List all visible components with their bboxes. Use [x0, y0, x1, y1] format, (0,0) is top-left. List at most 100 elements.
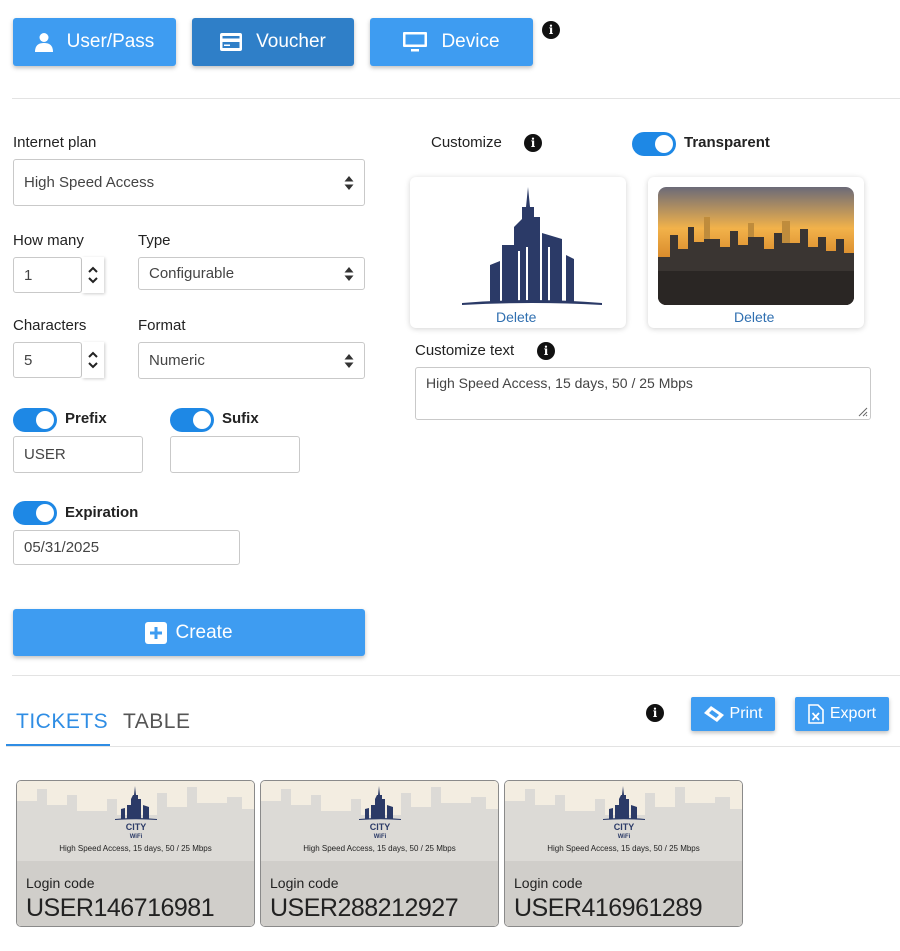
how-many-label: How many	[13, 232, 84, 249]
city-wifi-logo-icon: CITY WiFi	[359, 786, 401, 839]
city-wifi-logo-icon: CITY WiFi	[603, 786, 645, 839]
section-divider	[12, 675, 900, 676]
user-pass-button[interactable]: User/Pass	[13, 18, 176, 66]
monitor-icon	[403, 32, 428, 52]
chevron-up-icon	[88, 351, 98, 358]
characters-value: 5	[24, 351, 33, 369]
ticket-code: USER288212927	[270, 894, 459, 922]
type-select[interactable]: Configurable	[138, 257, 365, 290]
city-wifi-logo-icon: CITY WiFi	[115, 786, 157, 839]
device-label: Device	[441, 31, 500, 52]
chevron-up-icon	[88, 266, 98, 273]
sufix-toggle[interactable]	[170, 408, 214, 432]
toggle-knob	[36, 411, 54, 429]
expiration-label: Expiration	[65, 504, 139, 521]
format-label: Format	[138, 317, 186, 334]
tab-table[interactable]: TABLE	[123, 710, 190, 734]
ticket-description: High Speed Access, 15 days, 50 / 25 Mbps	[59, 844, 212, 853]
print-button[interactable]: Print	[691, 697, 775, 731]
expiration-toggle[interactable]	[13, 501, 57, 525]
voucher-label: Voucher	[256, 31, 326, 52]
how-many-input[interactable]: 1	[13, 257, 82, 293]
top-divider	[12, 98, 900, 99]
svg-text:CITY: CITY	[370, 822, 391, 832]
delete-background-link[interactable]: Delete	[734, 309, 774, 325]
export-button[interactable]: Export	[795, 697, 889, 731]
svg-text:CITY: CITY	[126, 822, 147, 832]
transparent-label: Transparent	[684, 134, 770, 151]
logo-card: Delete	[410, 177, 626, 328]
chevron-down-icon	[88, 277, 98, 284]
svg-text:WiFi: WiFi	[374, 834, 387, 839]
ticket-card: CITY WiFi High Speed Access, 15 days, 50…	[16, 780, 255, 927]
sufix-input[interactable]	[170, 436, 300, 473]
toggle-knob	[655, 135, 673, 153]
internet-plan-select[interactable]: High Speed Access	[13, 159, 365, 206]
mode-info-icon[interactable]: i	[542, 21, 560, 39]
customize-info-icon[interactable]: i	[524, 134, 542, 152]
tab-tickets[interactable]: TICKETS	[16, 710, 108, 734]
type-label: Type	[138, 232, 171, 249]
prefix-toggle[interactable]	[13, 408, 57, 432]
ticket-code-label: Login code	[270, 875, 339, 891]
svg-text:CITY: CITY	[614, 822, 635, 832]
prefix-value: USER	[24, 446, 66, 463]
ticket-card: CITY WiFi High Speed Access, 15 days, 50…	[504, 780, 743, 927]
characters-stepper[interactable]	[82, 342, 104, 378]
delete-logo-link[interactable]: Delete	[496, 309, 536, 325]
voucher-button[interactable]: Voucher	[192, 18, 354, 66]
select-arrows-icon	[344, 353, 354, 368]
ticket-icon	[703, 706, 724, 722]
city-logo-icon	[462, 187, 602, 305]
create-label: Create	[175, 621, 233, 643]
export-label: Export	[829, 705, 877, 722]
ticket-code-label: Login code	[514, 875, 583, 891]
user-pass-label: User/Pass	[66, 31, 155, 52]
customize-text-info-icon[interactable]: i	[537, 342, 555, 360]
customize-textarea[interactable]: High Speed Access, 15 days, 50 / 25 Mbps	[415, 367, 871, 420]
sufix-label: Sufix	[222, 410, 259, 427]
svg-text:WiFi: WiFi	[130, 834, 143, 839]
format-value: Numeric	[149, 352, 205, 369]
ticket-description: High Speed Access, 15 days, 50 / 25 Mbps	[303, 844, 456, 853]
ticket-code-label: Login code	[26, 875, 95, 891]
device-button[interactable]: Device	[370, 18, 533, 66]
how-many-value: 1	[24, 266, 33, 284]
how-many-stepper[interactable]	[82, 257, 104, 293]
prefix-label: Prefix	[65, 410, 107, 427]
internet-plan-value: High Speed Access	[24, 174, 155, 191]
format-select[interactable]: Numeric	[138, 342, 365, 379]
select-arrows-icon	[344, 175, 354, 190]
tickets-info-icon[interactable]: i	[646, 704, 664, 722]
prefix-input[interactable]: USER	[13, 436, 143, 473]
chevron-down-icon	[88, 362, 98, 369]
toggle-knob	[193, 411, 211, 429]
credit-card-icon	[220, 33, 243, 51]
customize-label: Customize	[431, 134, 502, 151]
select-arrows-icon	[344, 266, 354, 281]
internet-plan-label: Internet plan	[13, 134, 97, 151]
characters-input[interactable]: 5	[13, 342, 82, 378]
ticket-code: USER416961289	[514, 894, 703, 922]
ticket-description: High Speed Access, 15 days, 50 / 25 Mbps	[547, 844, 700, 853]
type-value: Configurable	[149, 265, 235, 282]
background-card: Delete	[648, 177, 864, 328]
svg-text:WiFi: WiFi	[618, 834, 631, 839]
tabs-divider	[6, 746, 900, 747]
resize-handle-icon[interactable]	[856, 405, 868, 417]
expiration-value: 05/31/2025	[24, 539, 100, 556]
toggle-knob	[36, 504, 54, 522]
expiration-date-input[interactable]: 05/31/2025	[13, 530, 240, 565]
ticket-card: CITY WiFi High Speed Access, 15 days, 50…	[260, 780, 499, 927]
plus-square-icon	[145, 621, 168, 644]
create-button[interactable]: Create	[13, 609, 365, 656]
ticket-code: USER146716981	[26, 894, 215, 922]
city-background-image	[658, 187, 854, 305]
print-label: Print	[729, 705, 763, 722]
customize-text-label: Customize text	[415, 342, 515, 359]
user-icon	[34, 33, 53, 52]
excel-file-icon	[808, 704, 824, 724]
characters-label: Characters	[13, 317, 87, 334]
customize-text-value: High Speed Access, 15 days, 50 / 25 Mbps	[426, 375, 693, 391]
transparent-toggle[interactable]	[632, 132, 676, 156]
